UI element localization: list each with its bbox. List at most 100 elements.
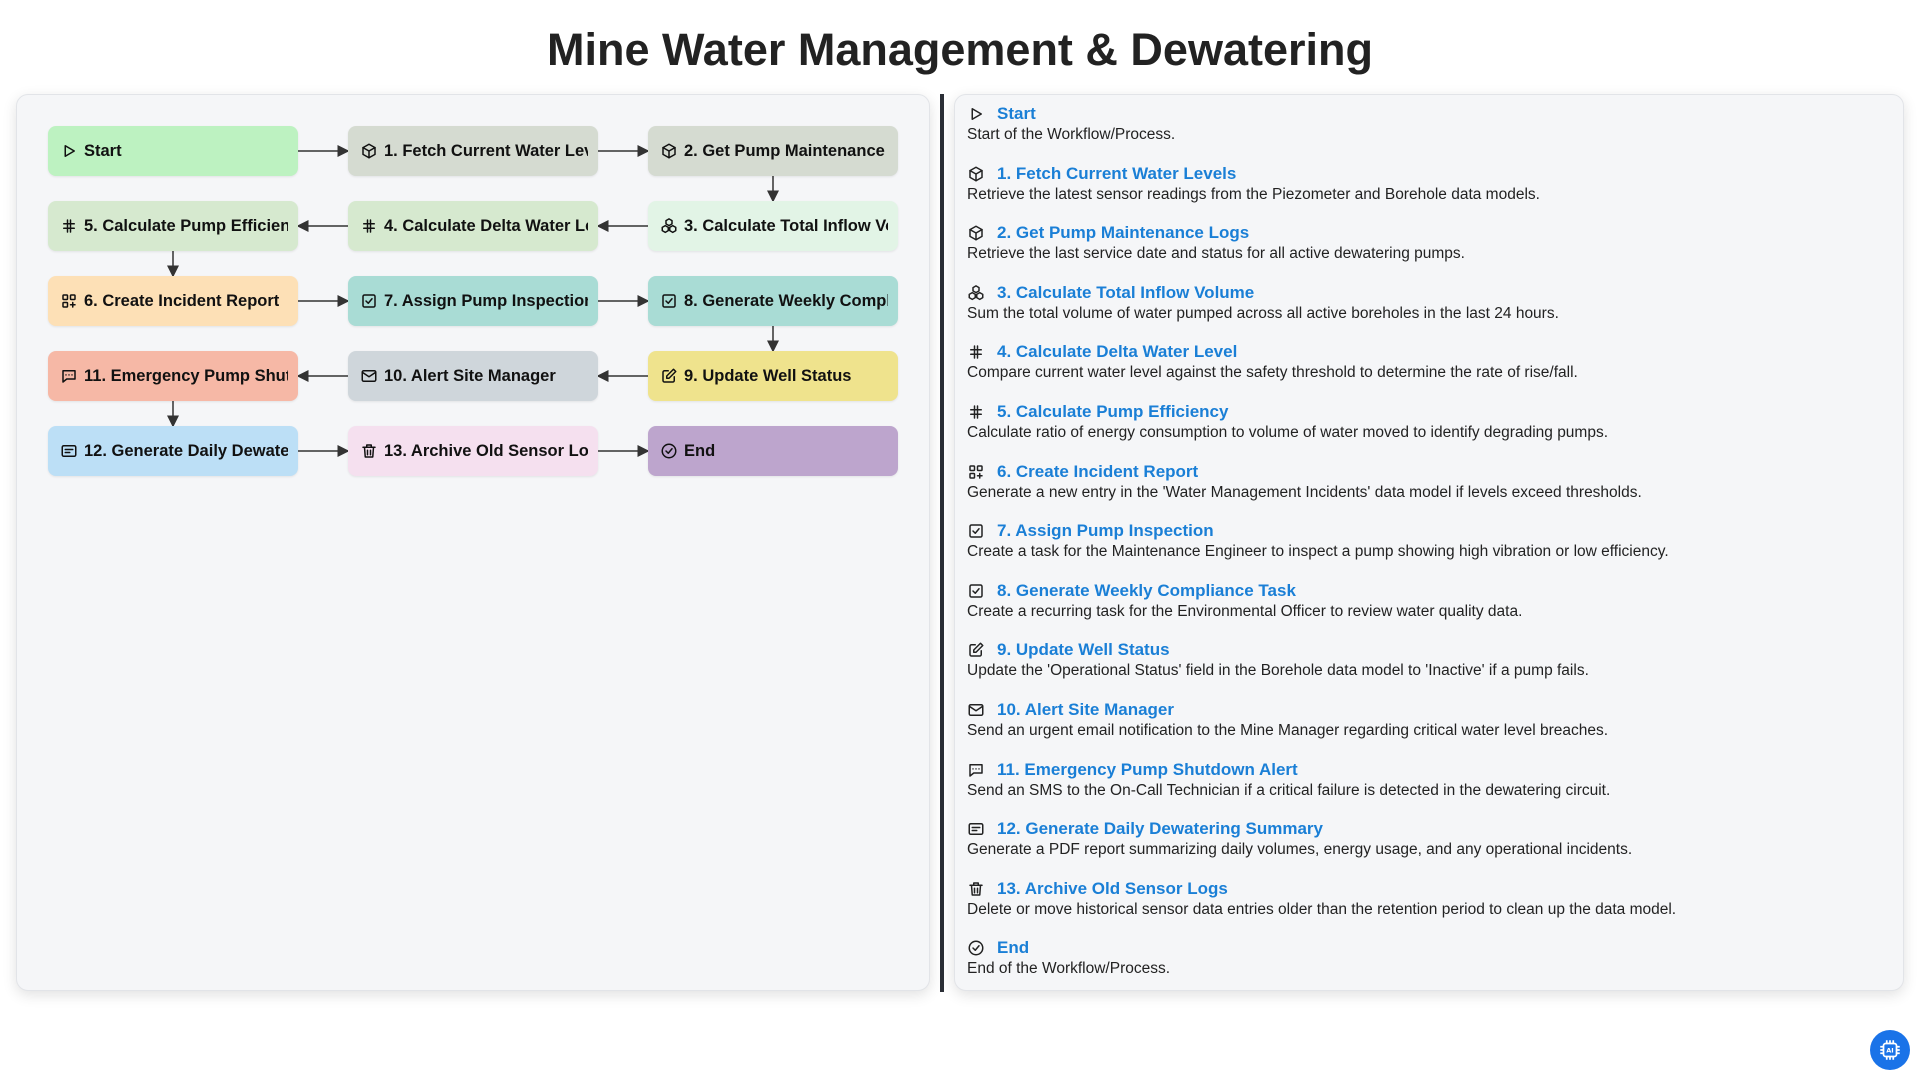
check-circle-icon [967,939,985,957]
flow-node-n5[interactable]: 5. Calculate Pump Efficiency [48,201,298,251]
flowchart-panel: Start 1. Fetch Current Water Levels 2. Get… [16,94,930,991]
trash-icon [360,442,378,460]
step-item: 11. Emergency Pump Shutdown Alert Send an… [967,759,1887,801]
step-title-link[interactable]: Start [997,104,1036,124]
hash-icon [60,217,78,235]
step-description: Calculate ratio of energy consumption to… [967,424,1609,441]
flow-node-label: 5. Calculate Pump Efficiency [84,216,288,235]
step-item: 9. Update Well Status Update the 'Operati… [967,639,1887,681]
flow-node-label: Start [84,141,122,160]
flow-node-label: 1. Fetch Current Water Levels [384,141,588,160]
step-title-link[interactable]: 5. Calculate Pump Efficiency [997,402,1228,422]
checkbox-icon [660,292,678,310]
checkbox-icon [967,582,985,600]
mail-icon [360,367,378,385]
step-item: 10. Alert Site Manager Send an urgent ema… [967,699,1887,741]
report-icon [60,442,78,460]
step-title-link[interactable]: 13. Archive Old Sensor Logs [997,879,1228,899]
step-title-link[interactable]: 9. Update Well Status [997,640,1170,660]
mail-icon [967,701,985,719]
step-description: Create a task for the Maintenance Engine… [967,543,1669,561]
flow-node-n4[interactable]: 4. Calculate Delta Water Level [348,201,598,251]
step-item: 8. Generate Weekly Compliance Task Create… [967,580,1887,622]
flow-node-n2[interactable]: 2. Get Pump Maintenance Logs [648,126,898,176]
flow-node-label: 12. Generate Daily Dewatering Summary [84,441,288,460]
step-description: Retrieve the latest sensor readings from… [967,185,1540,203]
flow-node-start[interactable]: Start [48,126,298,176]
step-description: Send an SMS to the On-Call Technician if… [967,781,1611,799]
checkbox-icon [360,292,378,310]
hash-icon [967,343,985,361]
step-description: Generate a new entry in the 'Water Manag… [967,483,1642,501]
step-title-link[interactable]: 3. Calculate Total Inflow Volume [997,283,1254,303]
sms-icon [60,367,78,385]
step-description: Generate a PDF report summarizing daily … [967,841,1633,859]
step-item: 12. Generate Daily Dewatering Summary Gen… [967,818,1887,860]
flow-node-label: 10. Alert Site Manager [384,366,556,385]
sms-icon [967,761,985,779]
flow-node-n9[interactable]: 9. Update Well Status [648,351,898,401]
flow-node-n11[interactable]: 11. Emergency Pump Shutdown Alert [48,351,298,401]
step-title-link[interactable]: 4. Calculate Delta Water Level [997,342,1237,362]
step-title-link[interactable]: 1. Fetch Current Water Levels [997,164,1236,184]
report-icon [967,820,985,838]
flow-node-label: 3. Calculate Total Inflow Volume [684,216,888,235]
flow-node-n7[interactable]: 7. Assign Pump Inspection [348,276,598,326]
flow-node-n1[interactable]: 1. Fetch Current Water Levels [348,126,598,176]
step-item: 3. Calculate Total Inflow Volume Sum the … [967,282,1887,324]
step-title-link[interactable]: 6. Create Incident Report [997,462,1198,482]
grid-plus-icon [967,463,985,481]
flow-node-end[interactable]: End [648,426,898,476]
play-icon [967,105,985,123]
flow-node-label: 8. Generate Weekly Compliance Task [684,291,888,310]
hash-icon [967,403,985,421]
panel-divider[interactable] [940,94,944,992]
step-item: Start Start of the Workflow/Process. [967,103,1887,145]
step-title-link[interactable]: 8. Generate Weekly Compliance Task [997,581,1296,601]
flow-node-label: 11. Emergency Pump Shutdown Alert [84,366,288,385]
step-details-panel: Start Start of the Workflow/Process. 1. Fe… [954,94,1904,991]
step-description: Update the 'Operational Status' field in… [967,662,1589,680]
step-title-link[interactable]: 10. Alert Site Manager [997,700,1174,720]
step-description: Retrieve the last service date and statu… [967,245,1465,263]
flow-node-label: 7. Assign Pump Inspection [384,291,588,310]
step-description: End of the Workflow/Process. [967,960,1171,978]
cube-icon [967,224,985,242]
step-item: 7. Assign Pump Inspection Create a task f… [967,520,1887,562]
flow-node-n12[interactable]: 12. Generate Daily Dewatering Summary [48,426,298,476]
step-title-link[interactable]: 2. Get Pump Maintenance Logs [997,223,1249,243]
edit-icon [660,367,678,385]
step-description: Send an urgent email notification to the… [967,722,1609,739]
ai-assistant-button[interactable]: AI [1870,1030,1910,1070]
step-description: Create a recurring task for the Environm… [967,602,1523,620]
flow-node-n6[interactable]: 6. Create Incident Report [48,276,298,326]
step-item: 5. Calculate Pump Efficiency Calculate ra… [967,401,1887,443]
step-item: 2. Get Pump Maintenance Logs Retrieve the… [967,222,1887,264]
step-title-link[interactable]: 11. Emergency Pump Shutdown Alert [997,760,1298,780]
step-title-link[interactable]: 12. Generate Daily Dewatering Summary [997,819,1323,839]
cube-icon [967,165,985,183]
step-description: Start of the Workflow/Process. [967,126,1176,143]
flow-node-n10[interactable]: 10. Alert Site Manager [348,351,598,401]
step-item: 13. Archive Old Sensor Logs Delete or mov… [967,878,1887,920]
step-item: 4. Calculate Delta Water Level Compare cu… [967,341,1887,383]
flow-node-label: 4. Calculate Delta Water Level [384,216,588,235]
hash-icon [360,217,378,235]
grid-plus-icon [60,292,78,310]
step-title-link[interactable]: 7. Assign Pump Inspection [997,521,1214,541]
page-title: Mine Water Management & Dewatering [547,24,1373,75]
flow-node-label: 2. Get Pump Maintenance Logs [684,141,888,160]
svg-text:AI: AI [1886,1047,1893,1055]
flow-node-label: End [684,441,716,460]
step-title-link[interactable]: End [997,938,1029,958]
ai-chip-icon: AI [1877,1037,1903,1063]
flow-node-label: 13. Archive Old Sensor Logs [384,441,588,460]
step-description: Sum the total volume of water pumped acr… [967,304,1559,322]
trash-icon [967,880,985,898]
play-icon [60,142,78,160]
flow-node-n8[interactable]: 8. Generate Weekly Compliance Task [648,276,898,326]
cubes-icon [967,284,985,302]
flow-node-n3[interactable]: 3. Calculate Total Inflow Volume [648,201,898,251]
flow-node-n13[interactable]: 13. Archive Old Sensor Logs [348,426,598,476]
step-description: Compare current water level against the … [967,364,1578,382]
